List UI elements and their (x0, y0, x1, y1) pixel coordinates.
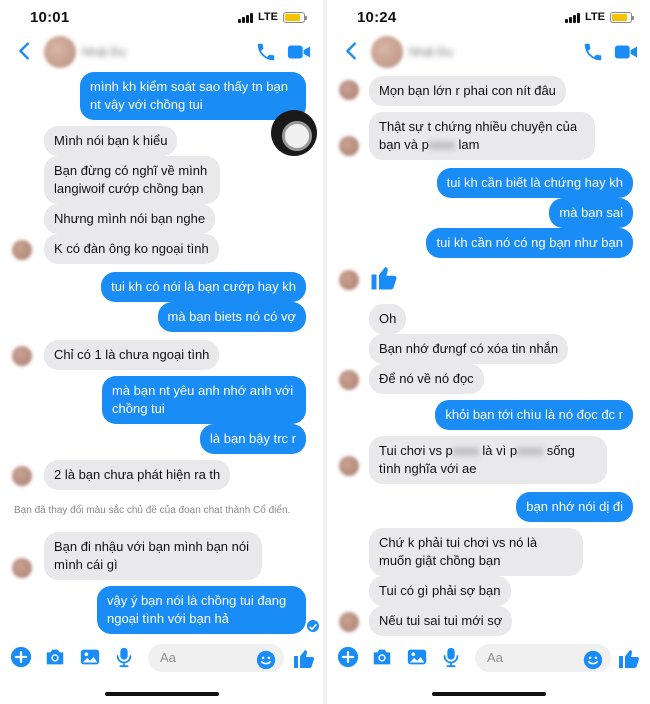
gallery-icon[interactable] (406, 646, 428, 668)
assistive-touch-button[interactable] (271, 110, 317, 156)
message-bubble-out[interactable]: mình kh kiểm soát sao thấy tn bạn nt vậy… (80, 72, 306, 120)
chat-header: Nhật Đu (0, 34, 323, 70)
message-bubble-in[interactable]: Nếu tui sai tui mới sợ (369, 606, 513, 636)
sender-avatar (12, 558, 32, 578)
message-bubble-in[interactable]: Oh (369, 304, 407, 334)
message-bubble-out[interactable]: bạn nhớ nói dị đi (516, 492, 633, 522)
message-text: là vì p (478, 443, 518, 458)
message-bubble-in[interactable]: Chứ k phải tui chơi vs nó là muốn giật c… (369, 528, 583, 576)
emoji-icon[interactable] (256, 650, 276, 670)
redacted-name: xxxx (452, 443, 479, 458)
microphone-icon[interactable] (113, 646, 135, 668)
message-bubble-out[interactable]: tui kh cần nó có ng bạn như bạn (426, 228, 633, 258)
phone-icon[interactable] (255, 41, 277, 63)
message-bubble-in[interactable]: Mình nói bạn k hiểu (44, 126, 178, 156)
message-bubble-in[interactable]: Nhưng mình nói bạn nghe (44, 204, 216, 234)
message-list[interactable]: mình kh kiểm soát sao thấy tn bạn nt vậy… (0, 72, 323, 638)
status-bar: 10:24 LTE (327, 0, 650, 34)
composer-bar: Aa (0, 640, 323, 676)
sender-avatar (339, 80, 359, 100)
message-bubble-in[interactable]: Bạn đi nhậu với bạn mình bạn nói mình cá… (44, 532, 262, 580)
redacted-name: xxxx (517, 443, 544, 458)
status-time: 10:24 (357, 9, 397, 26)
message-bubble-in[interactable]: Bạn đừng có nghĩ về mình langiwoif cướp … (44, 156, 220, 204)
sender-avatar (12, 240, 32, 260)
gallery-icon[interactable] (79, 646, 101, 668)
message-bubble-out[interactable]: tui kh cần biết là chứng hay kh (436, 168, 633, 198)
status-bar: 10:01 LTE (0, 0, 323, 34)
battery-icon (283, 11, 307, 23)
message-input-placeholder: Aa (160, 650, 176, 665)
status-indicators: LTE (238, 11, 307, 23)
message-bubble-in[interactable]: K có đàn ông ko ngoại tình (44, 234, 219, 264)
seen-check-icon (307, 620, 319, 632)
sender-avatar (339, 370, 359, 390)
thumbs-up-icon[interactable] (369, 262, 399, 292)
message-text: lam (454, 137, 480, 152)
chat-header: Nhật Đu (327, 34, 650, 70)
emoji-icon[interactable] (583, 650, 603, 670)
like-icon[interactable] (617, 646, 641, 670)
microphone-icon[interactable] (440, 646, 462, 668)
phone-icon[interactable] (582, 41, 604, 63)
network-type: LTE (258, 11, 278, 23)
message-bubble-in[interactable]: Thật sự t chứng nhiều chuyện của bạn và … (369, 112, 595, 160)
sender-avatar (12, 346, 32, 366)
message-bubble-in[interactable]: Tui có gì phải sợ bạn (369, 576, 511, 606)
signal-icon (565, 12, 581, 23)
contact-avatar[interactable] (371, 36, 403, 68)
sender-avatar (339, 270, 359, 290)
message-bubble-out[interactable]: mà bạn nt yêu anh nhớ anh với chồng tui (102, 376, 306, 424)
message-bubble-in[interactable]: Mọn bạn lớn r phai con nít đâu (369, 76, 566, 106)
signal-icon (238, 12, 254, 23)
network-type: LTE (585, 11, 605, 23)
message-bubble-in[interactable]: Bạn nhớ đưngf có xóa tin nhắn (369, 334, 569, 364)
message-bubble-in[interactable]: Chỉ có 1 là chưa ngoại tình (44, 340, 220, 370)
message-bubble-out[interactable]: mà bạn sai (549, 198, 633, 228)
message-list[interactable]: Mọn bạn lớn r phai con nít đâu Thật sự t… (327, 72, 650, 638)
chat-screen-right: 10:24 LTE Nhật Đu Mọn bạn lớn r phai con… (327, 0, 650, 704)
system-message: Bạn đã thay đổi màu sắc chủ đề của đoạn … (14, 505, 291, 516)
home-indicator (431, 692, 546, 696)
message-bubble-in[interactable]: Tui chơi vs pxxxx là vì pxxxx sống tình … (369, 436, 607, 484)
message-bubble-out[interactable]: mà bạn biets nó có vợ (157, 302, 306, 332)
composer-bar: Aa (327, 640, 650, 676)
sender-avatar (339, 612, 359, 632)
camera-icon[interactable] (44, 646, 66, 668)
message-bubble-out[interactable]: vậy ý bạn nói là chồng tui đang ngoại tì… (97, 586, 306, 634)
contact-name[interactable]: Nhật Đu (82, 45, 126, 59)
message-bubble-in[interactable]: Để nó về nó đọc (369, 364, 484, 394)
message-bubble-out[interactable]: khỏi bạn tới chìu là nó đọc đc r (435, 400, 633, 430)
sender-avatar (12, 466, 32, 486)
status-time: 10:01 (30, 9, 70, 26)
message-input-placeholder: Aa (487, 650, 503, 665)
battery-icon (610, 11, 634, 23)
redacted-name: xxxx (428, 137, 455, 152)
back-icon[interactable] (341, 40, 363, 62)
plus-icon[interactable] (337, 646, 359, 668)
plus-icon[interactable] (10, 646, 32, 668)
message-bubble-out[interactable]: là bạn bậy trc r (200, 424, 306, 454)
like-icon[interactable] (292, 646, 316, 670)
sender-avatar (339, 136, 359, 156)
camera-icon[interactable] (371, 646, 393, 668)
chat-screen-left: 10:01 LTE Nhật Đu mình kh kiểm soát sao … (0, 0, 323, 704)
contact-avatar[interactable] (44, 36, 76, 68)
sender-avatar (339, 456, 359, 476)
message-text: Tui chơi vs p (379, 443, 453, 458)
contact-name[interactable]: Nhật Đu (409, 45, 453, 59)
video-call-icon[interactable] (287, 43, 311, 61)
home-indicator (104, 692, 219, 696)
status-indicators: LTE (565, 11, 634, 23)
video-call-icon[interactable] (614, 43, 638, 61)
message-bubble-out[interactable]: tui kh có nói là bạn cướp hay kh (101, 272, 306, 302)
back-icon[interactable] (14, 40, 36, 62)
message-bubble-in[interactable]: 2 là bạn chưa phát hiện ra th (44, 460, 231, 490)
